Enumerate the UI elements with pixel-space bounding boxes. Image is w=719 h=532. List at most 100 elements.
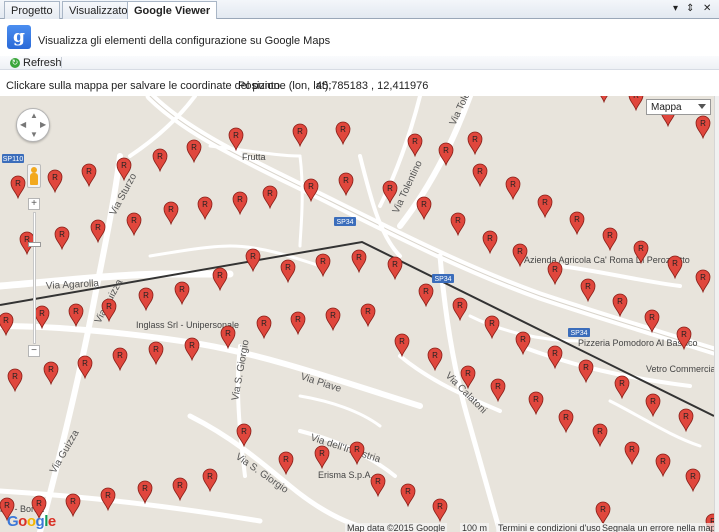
map-marker[interactable]: R — [592, 423, 608, 448]
map-marker[interactable]: R — [505, 176, 521, 201]
pegman-icon[interactable] — [27, 164, 41, 188]
map-marker[interactable]: R — [315, 253, 331, 278]
map-marker[interactable]: R — [655, 453, 671, 478]
map-marker[interactable]: R — [416, 196, 432, 221]
map-marker[interactable]: R — [220, 325, 236, 350]
map-marker[interactable]: R — [100, 487, 116, 512]
map-marker[interactable]: R — [186, 139, 202, 164]
map-marker[interactable]: R — [695, 115, 711, 140]
map-marker[interactable]: R — [126, 212, 142, 237]
pan-right-icon[interactable]: ▶ — [40, 121, 46, 129]
map-marker[interactable]: R — [0, 312, 14, 337]
map-marker[interactable]: R — [490, 378, 506, 403]
map-marker[interactable]: R — [370, 473, 386, 498]
map-marker[interactable]: R — [163, 201, 179, 226]
map-marker[interactable]: R — [90, 219, 106, 244]
pan-up-icon[interactable]: ▲ — [30, 112, 38, 120]
map-marker[interactable]: R — [172, 477, 188, 502]
zoom-in-button[interactable]: + — [28, 198, 40, 210]
report-error-link[interactable]: Segnala un errore nella mappa — [600, 523, 714, 532]
map-marker[interactable]: R — [112, 347, 128, 372]
tab-menu-icon[interactable]: ▾ — [673, 3, 678, 14]
map-marker[interactable]: R — [137, 480, 153, 505]
map-marker[interactable]: R — [280, 259, 296, 284]
map-marker[interactable]: R — [43, 361, 59, 386]
terms-link[interactable]: Termini e condizioni d'uso — [496, 523, 603, 532]
map-marker[interactable]: R — [68, 303, 84, 328]
map-marker[interactable]: R — [256, 315, 272, 340]
google-map[interactable]: Via Agarolla Via Guizza Via Sturzo Via Tole… — [0, 96, 714, 532]
map-marker[interactable]: R — [212, 267, 228, 292]
map-marker[interactable]: R — [467, 131, 483, 156]
pan-down-icon[interactable]: ▼ — [30, 131, 38, 139]
map-marker[interactable]: R — [678, 408, 694, 433]
map-marker[interactable]: R — [292, 123, 308, 148]
map-marker[interactable]: R — [202, 468, 218, 493]
map-marker[interactable]: R — [547, 261, 563, 286]
map-marker[interactable]: R — [387, 256, 403, 281]
map-marker[interactable]: R — [569, 211, 585, 236]
map-marker[interactable]: R — [427, 347, 443, 372]
map-marker[interactable]: R — [482, 230, 498, 255]
map-marker[interactable]: R — [667, 255, 683, 280]
map-marker[interactable]: R — [174, 281, 190, 306]
map-marker[interactable]: R — [325, 307, 341, 332]
map-marker[interactable]: R — [314, 445, 330, 470]
map-canvas[interactable]: Via AgarollaVia GuizzaVia Sturzo Via Tole… — [0, 96, 714, 532]
map-type-select[interactable]: Mappa — [646, 99, 711, 115]
map-marker[interactable]: R — [81, 163, 97, 188]
map-marker[interactable]: R — [624, 441, 640, 466]
map-marker[interactable]: R — [197, 196, 213, 221]
map-marker[interactable]: R — [597, 96, 611, 104]
map-marker[interactable]: R — [335, 121, 351, 146]
close-icon[interactable]: ✕ — [703, 3, 711, 14]
map-marker[interactable]: R — [262, 185, 278, 210]
map-marker[interactable]: R — [452, 297, 468, 322]
zoom-out-button[interactable]: − — [28, 345, 40, 357]
map-marker[interactable]: R — [278, 451, 294, 476]
map-marker[interactable]: R — [184, 337, 200, 362]
map-marker[interactable]: R — [47, 169, 63, 194]
map-marker[interactable]: R — [578, 359, 594, 384]
map-marker[interactable]: R — [645, 393, 661, 418]
map-marker[interactable]: R — [7, 368, 23, 393]
map-marker[interactable]: R — [612, 293, 628, 318]
map-marker[interactable]: R — [394, 333, 410, 358]
map-marker[interactable]: R — [547, 345, 563, 370]
map-marker[interactable]: R — [148, 341, 164, 366]
map-marker[interactable]: R — [54, 226, 70, 251]
map-marker[interactable]: R — [351, 249, 367, 274]
map-marker[interactable]: R — [614, 375, 630, 400]
map-marker[interactable]: R — [484, 315, 500, 340]
map-marker[interactable]: R — [138, 287, 154, 312]
pan-control[interactable]: ▲ ▼ ◀ ▶ — [16, 108, 50, 142]
zoom-slider-track[interactable] — [33, 212, 36, 344]
map-marker[interactable]: R — [558, 409, 574, 434]
map-marker[interactable]: R — [338, 172, 354, 197]
map-marker[interactable]: R — [432, 498, 448, 523]
map-marker[interactable]: R — [400, 483, 416, 508]
map-marker[interactable]: R — [418, 283, 434, 308]
map-marker[interactable]: R — [349, 441, 365, 466]
map-marker[interactable]: R — [537, 194, 553, 219]
tab-progetto[interactable]: Progetto — [4, 1, 60, 19]
map-marker[interactable]: R — [695, 269, 711, 294]
map-marker[interactable]: R — [236, 423, 252, 448]
map-marker[interactable]: R — [628, 96, 644, 112]
refresh-button[interactable]: ↻ Refresh — [10, 56, 62, 69]
map-marker[interactable]: R — [472, 163, 488, 188]
map-marker[interactable]: R — [685, 468, 701, 493]
map-marker[interactable]: R — [232, 191, 248, 216]
map-marker[interactable]: R — [528, 391, 544, 416]
map-marker[interactable]: R — [580, 278, 596, 303]
pan-left-icon[interactable]: ◀ — [20, 121, 26, 129]
map-marker[interactable]: R — [152, 148, 168, 173]
map-marker[interactable]: R — [595, 501, 611, 526]
vertical-scrollbar[interactable] — [714, 96, 719, 532]
tab-google-viewer[interactable]: Google Viewer — [127, 1, 218, 20]
map-marker[interactable]: R — [450, 212, 466, 237]
zoom-slider-handle[interactable] — [28, 242, 41, 247]
pin-icon[interactable]: ⇕ — [686, 3, 694, 14]
map-marker[interactable]: R — [407, 133, 423, 158]
map-marker[interactable]: R — [290, 311, 306, 336]
